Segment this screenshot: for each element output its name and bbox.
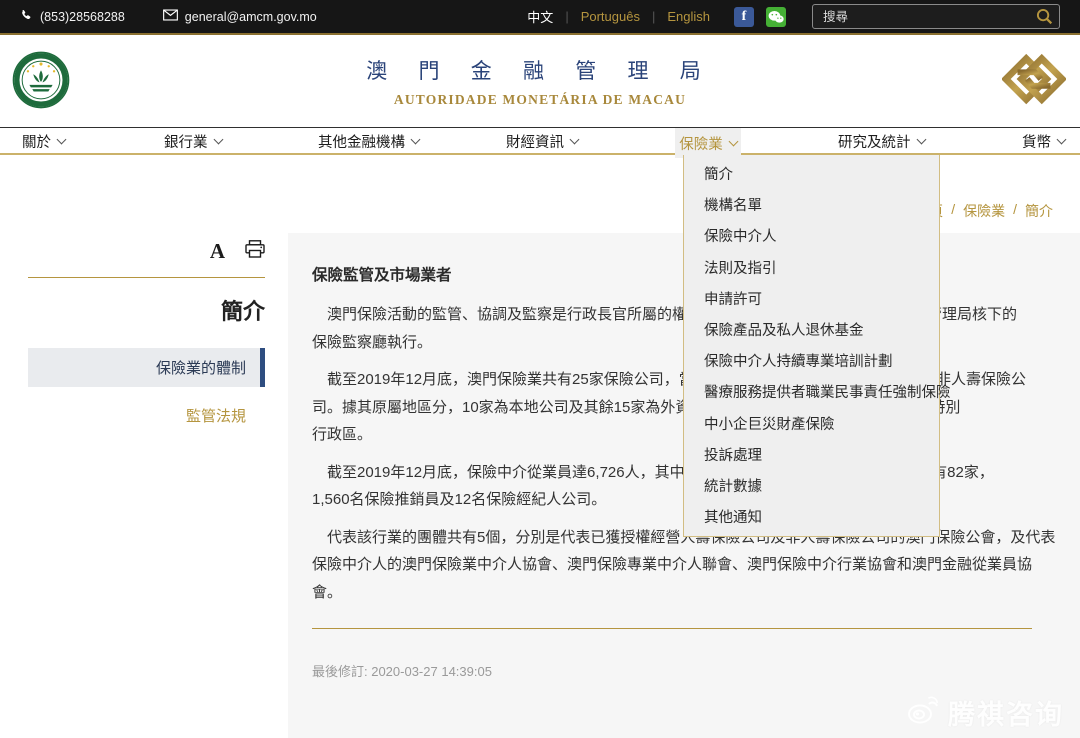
lang-pt[interactable]: Português (569, 9, 652, 24)
menu-item-complaints[interactable]: 投訴處理 (684, 439, 939, 470)
chevron-down-icon (411, 134, 421, 144)
site-title-pt: AUTORIDADE MONETÁRIA DE MACAU (0, 92, 1080, 108)
amcm-logo (1002, 51, 1066, 114)
site-header: 澳 門 金 融 管 理 局 AUTORIDADE MONETÁRIA DE MA… (0, 35, 1080, 127)
chevron-down-icon (213, 134, 223, 144)
wechat-icon[interactable] (766, 7, 786, 27)
lang-en[interactable]: English (655, 9, 722, 24)
sidebar: A 簡介 保險業的體制 監管法規 (28, 240, 265, 426)
breadcrumb-separator: / (951, 201, 955, 221)
mail-icon (163, 9, 178, 24)
search-input[interactable] (812, 4, 1060, 29)
chevron-down-icon (1057, 134, 1067, 144)
nav-research-statistics[interactable]: 研究及統計 (838, 128, 925, 154)
breadcrumb-insurance[interactable]: 保險業 (963, 201, 1005, 221)
nav-about[interactable]: 關於 (22, 128, 65, 154)
chevron-down-icon (57, 134, 67, 144)
chevron-down-icon (728, 136, 738, 146)
menu-item-cpd-program[interactable]: 保險中介人持續專業培訓計劃 (684, 345, 939, 376)
nav-currency[interactable]: 貨幣 (1022, 128, 1065, 154)
nav-insurance[interactable]: 保險業 (675, 128, 741, 158)
menu-item-medical-liability-insurance[interactable]: 醫療服務提供者職業民事責任強制保險 (684, 376, 939, 407)
menu-item-application[interactable]: 申請許可 (684, 283, 939, 314)
nav-other-financial[interactable]: 其他金融機構 (318, 128, 419, 154)
last-modified: 最後修訂: 2020-03-27 14:39:05 (312, 661, 1040, 680)
menu-item-sme-catastrophe-insurance[interactable]: 中小企巨災財產保險 (684, 408, 939, 439)
sidebar-tools: A (28, 240, 265, 277)
print-icon[interactable] (245, 240, 265, 263)
site-title-zh: 澳 門 金 融 管 理 局 (0, 55, 1080, 85)
menu-item-other-notices[interactable]: 其他通知 (684, 501, 939, 532)
page: (853)28568288 general@amcm.gov.mo 中文 | P… (0, 0, 1080, 738)
breadcrumb-intro[interactable]: 簡介 (1025, 201, 1053, 221)
top-bar: (853)28568288 general@amcm.gov.mo 中文 | P… (0, 0, 1080, 35)
font-size-icon[interactable]: A (210, 241, 225, 262)
content-divider (312, 628, 1032, 629)
nav-banking[interactable]: 銀行業 (164, 128, 222, 154)
insurance-dropdown-menu: 簡介 機構名單 保險中介人 法則及指引 申請許可 保險產品及私人退休基金 保險中… (683, 155, 940, 537)
sidebar-divider (28, 277, 265, 278)
menu-item-intro[interactable]: 簡介 (684, 158, 939, 189)
menu-item-products-pension-funds[interactable]: 保險產品及私人退休基金 (684, 314, 939, 345)
search-icon[interactable] (1036, 8, 1053, 30)
email-address: general@amcm.gov.mo (185, 10, 317, 24)
sidebar-title: 簡介 (28, 294, 265, 326)
search-box (812, 4, 1060, 29)
breadcrumb-separator: / (1013, 201, 1017, 221)
weibo-icon (906, 695, 940, 730)
sidebar-item-regulations[interactable]: 監管法規 (28, 405, 265, 426)
phone-contact[interactable]: (853)28568288 (20, 9, 125, 25)
paragraph-line: 保險中介人的澳門保險業中介人協會、澳門保險專業中介人聯會、澳門保險中介行業協會和… (312, 551, 1040, 579)
paragraph-line: 會。 (312, 579, 1040, 607)
watermark: 腾祺咨询 (906, 693, 1064, 732)
sidebar-item-insurance-system[interactable]: 保險業的體制 (28, 348, 265, 387)
chevron-down-icon (570, 134, 580, 144)
menu-item-insurance-intermediaries[interactable]: 保險中介人 (684, 220, 939, 251)
topbar-right: 中文 | Português | English f (515, 4, 1060, 29)
lang-zh[interactable]: 中文 (515, 7, 565, 26)
phone-number: (853)28568288 (40, 10, 125, 24)
menu-item-institutions-list[interactable]: 機構名單 (684, 189, 939, 220)
site-titles: 澳 門 金 融 管 理 局 AUTORIDADE MONETÁRIA DE MA… (0, 55, 1080, 108)
facebook-icon[interactable]: f (734, 7, 754, 27)
menu-item-laws-guidelines[interactable]: 法則及指引 (684, 252, 939, 283)
chevron-down-icon (916, 134, 926, 144)
main-nav: 關於 銀行業 其他金融機構 財經資訊 保險業 研究及統計 貨幣 (0, 127, 1080, 155)
watermark-text: 腾祺咨询 (948, 693, 1064, 732)
email-contact[interactable]: general@amcm.gov.mo (163, 9, 317, 24)
menu-item-statistics[interactable]: 統計數據 (684, 470, 939, 501)
nav-financial-info[interactable]: 財經資訊 (506, 128, 578, 154)
phone-icon (20, 9, 33, 25)
